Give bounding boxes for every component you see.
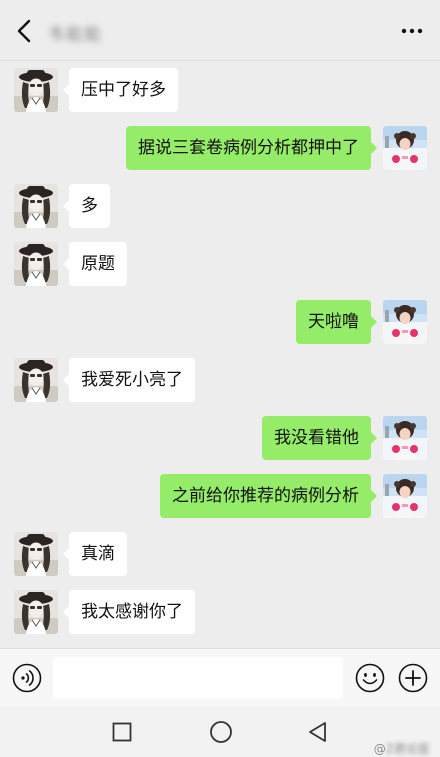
sent-message-bubble[interactable]: 我没看错他 bbox=[262, 416, 377, 460]
my-avatar[interactable] bbox=[383, 300, 427, 344]
sent-message-bubble[interactable]: 天啦噜 bbox=[296, 300, 377, 344]
more-dots-icon[interactable] bbox=[400, 22, 424, 40]
contact-avatar[interactable] bbox=[14, 242, 58, 286]
circle-icon[interactable] bbox=[209, 720, 233, 744]
received-message-bubble[interactable]: 原题 bbox=[63, 242, 127, 286]
system-nav-bar: @Z君论医 bbox=[0, 707, 440, 757]
received-message-bubble[interactable]: 压中了好多 bbox=[63, 68, 178, 112]
contact-avatar[interactable] bbox=[14, 358, 58, 402]
sent-message-bubble[interactable]: 据说三套卷病例分析都押中了 bbox=[126, 126, 377, 170]
input-bar bbox=[0, 648, 440, 707]
chevron-left-icon[interactable] bbox=[14, 18, 36, 44]
my-avatar[interactable] bbox=[383, 474, 427, 518]
received-message-bubble[interactable]: 我爱死小亮了 bbox=[63, 358, 195, 402]
emoji-icon[interactable] bbox=[355, 663, 385, 693]
received-message-bubble[interactable]: 多 bbox=[63, 184, 110, 228]
my-avatar[interactable] bbox=[383, 416, 427, 460]
watermark: @Z君论医 bbox=[373, 742, 430, 756]
square-icon[interactable] bbox=[112, 722, 132, 742]
chat-title: 韦能能 bbox=[48, 25, 102, 45]
voice-icon[interactable] bbox=[12, 663, 42, 693]
contact-avatar[interactable] bbox=[14, 532, 58, 576]
received-message-bubble[interactable]: 真滴 bbox=[63, 532, 127, 576]
sent-message-bubble[interactable]: 之前给你推荐的病例分析 bbox=[160, 474, 377, 518]
message-input[interactable] bbox=[53, 657, 343, 699]
contact-avatar[interactable] bbox=[14, 68, 58, 112]
received-message-bubble[interactable]: 我太感谢你了 bbox=[63, 590, 195, 634]
message-list[interactable]: 压中了好多 据说三套卷病例分析都押中了 多 原题 天啦噜 我爱死小亮了 我没看错… bbox=[0, 60, 440, 648]
plus-circle-icon[interactable] bbox=[398, 663, 428, 693]
chat-header: 韦能能 bbox=[0, 0, 440, 61]
contact-avatar[interactable] bbox=[14, 184, 58, 228]
my-avatar[interactable] bbox=[383, 126, 427, 170]
contact-avatar[interactable] bbox=[14, 590, 58, 634]
triangle-back-icon[interactable] bbox=[306, 720, 330, 744]
